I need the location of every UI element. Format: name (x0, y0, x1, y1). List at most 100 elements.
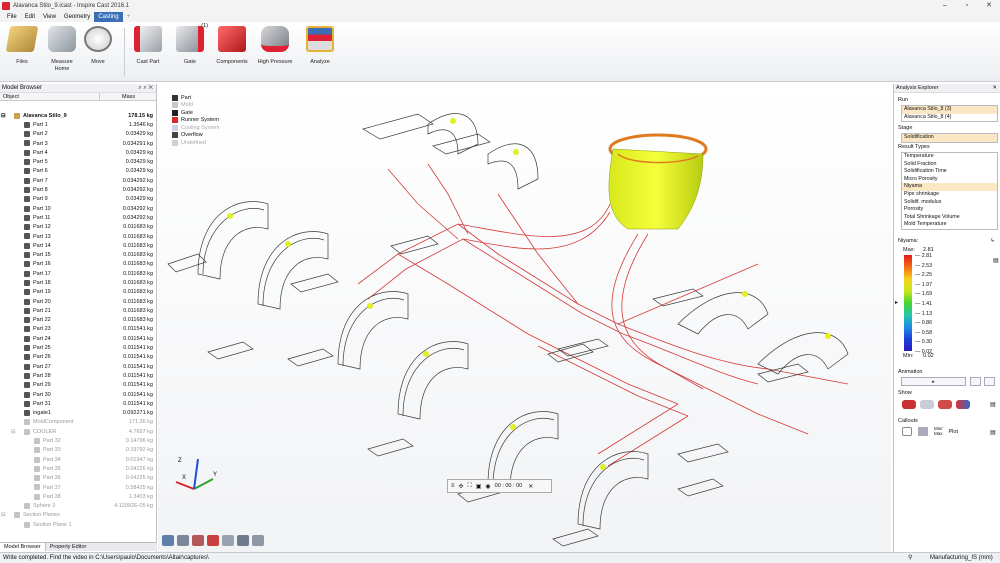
tree-row[interactable]: MoldComponent 171.36 kg (0, 418, 156, 427)
result-type-item[interactable]: Porosity (902, 206, 997, 214)
tree-row[interactable]: Part 18 0.011683 kg (0, 278, 156, 287)
plot-button[interactable]: Plot (949, 429, 958, 435)
tree-row[interactable]: ⊟ Section Planes (0, 511, 156, 520)
stage-item[interactable]: Solidification (902, 134, 997, 142)
tree-row[interactable]: Part 19 0.011683 kg (0, 288, 156, 297)
tree-row[interactable]: ingate1 0.092271 kg (0, 409, 156, 418)
render-icon[interactable] (237, 535, 249, 546)
cube-callout-icon[interactable] (918, 427, 928, 436)
result-type-item[interactable]: Pipe shrinkage (902, 191, 997, 199)
fit-icon[interactable]: ⛶ (468, 483, 472, 490)
tree-row[interactable]: Part 9 0.03429 kg (0, 195, 156, 204)
result-type-item[interactable]: Solid Fraction (902, 161, 997, 169)
tree-row[interactable]: Part 25 0.011541 kg (0, 343, 156, 352)
cube-icon[interactable] (252, 535, 264, 546)
result-type-item[interactable]: Total Shrinkage Volume (902, 214, 997, 222)
close-toolbar-icon[interactable]: ✕ (528, 483, 533, 490)
tree-row[interactable]: Part 2 0.03429 kg (0, 130, 156, 139)
playback-settings-icon[interactable]: ✣ (459, 483, 464, 490)
tab-model-browser[interactable]: Model Browser (0, 543, 46, 551)
tree-row[interactable]: Part 23 0.011541 kg (0, 325, 156, 334)
close-icon[interactable]: ✕ (978, 0, 1000, 12)
cast-part-button[interactable]: Cast Part (126, 26, 170, 66)
tree-row[interactable]: Part 3 0.034291 kg (0, 139, 156, 148)
minmax-button[interactable]: Min/ Max (934, 426, 943, 436)
tree-row[interactable]: Part 37 0.58425 kg (0, 483, 156, 492)
tree-row[interactable]: Part 27 0.011541 kg (0, 362, 156, 371)
close-panel-icon[interactable]: ✕ (992, 84, 997, 93)
animation-play-button[interactable]: ▸ (901, 377, 966, 386)
menu-geometry[interactable]: Geometry (60, 12, 94, 22)
tree-row[interactable]: Part 24 0.011541 kg (0, 334, 156, 343)
view-icon[interactable] (192, 535, 204, 546)
pin-icon[interactable] (902, 427, 912, 436)
rotate-icon[interactable] (177, 535, 189, 546)
add-tab-icon[interactable]: + (123, 12, 135, 22)
animation-loop-icon[interactable] (970, 377, 981, 386)
tree-row[interactable]: Part 29 0.011541 kg (0, 381, 156, 390)
tree-row[interactable]: Part 34 0.01947 kg (0, 455, 156, 464)
tree-row[interactable]: Part 21 0.011683 kg (0, 306, 156, 315)
run-item[interactable]: Alavanca Stilo_8 (4) (902, 114, 997, 122)
tree-row[interactable]: Part 20 0.011683 kg (0, 297, 156, 306)
tree-row[interactable]: Part 13 0.011683 kg (0, 232, 156, 241)
callouts-menu-icon[interactable]: ▤ (990, 429, 996, 436)
tree-row[interactable]: Part 8 0.034292 kg (0, 185, 156, 194)
tree-row[interactable]: Part 15 0.011683 kg (0, 250, 156, 259)
menu-casting[interactable]: Casting (94, 12, 123, 22)
menu-edit[interactable]: Edit (21, 12, 39, 22)
expand-icon[interactable]: ⊟ (1, 113, 6, 119)
3d-viewport[interactable]: Part Mold Gate Runner System Cooling System O… (158, 84, 891, 552)
tree-row[interactable]: Part 28 0.011541 kg (0, 371, 156, 380)
run-item[interactable]: Alavanca Stilo_8 (3) (902, 106, 997, 114)
tree-row[interactable]: Part 1 1.3546 kg (0, 120, 156, 129)
binoculars-icon[interactable]: ⌕ (138, 85, 141, 91)
tree-row[interactable]: Part 16 0.011683 kg (0, 260, 156, 269)
tree-row[interactable]: Part 6 0.03429 kg (0, 167, 156, 176)
maximize-icon[interactable]: ▫ (956, 0, 978, 12)
result-type-item[interactable]: Mold Temperature (902, 221, 997, 229)
components-button[interactable]: Components (210, 26, 254, 66)
tab-property-editor[interactable]: Property Editor (46, 543, 91, 551)
result-type-item[interactable]: Niyama (902, 183, 997, 191)
show-menu-icon[interactable]: ▤ (990, 401, 996, 408)
scale-menu-icon[interactable]: ▤ (993, 257, 999, 264)
section-icon[interactable] (207, 535, 219, 546)
show-cooling-icon[interactable] (956, 400, 970, 409)
animation-settings-icon[interactable] (984, 377, 995, 386)
result-type-item[interactable]: Temperature (902, 153, 997, 161)
minimize-icon[interactable]: – (934, 0, 956, 12)
tree-row[interactable]: ⊟ COOLER 4.7697 kg (0, 427, 156, 436)
tree-row[interactable]: Part 14 0.011683 kg (0, 241, 156, 250)
tree-row[interactable]: Section Plane 1 (0, 520, 156, 529)
units-label[interactable]: Manufacturing_IS (mm) (930, 553, 993, 563)
tree-row[interactable]: Part 38 1.3403 kg (0, 492, 156, 501)
tree-row[interactable]: Part 22 0.011683 kg (0, 316, 156, 325)
tree-row[interactable]: Part 31 0.011541 kg (0, 399, 156, 408)
tree-row[interactable]: Sphere 3 4.12992E-05 kg (0, 501, 156, 510)
camera-icon[interactable]: ▣ (476, 483, 482, 490)
record-icon[interactable]: ◉ (485, 483, 490, 490)
menu-view[interactable]: View (39, 12, 60, 22)
units-icon[interactable]: ⚲ (908, 553, 912, 563)
tree-row[interactable]: Part 7 0.034292 kg (0, 176, 156, 185)
tree-row[interactable]: Part 26 0.011541 kg (0, 353, 156, 362)
tree-row[interactable]: Part 11 0.034292 kg (0, 213, 156, 222)
result-type-item[interactable]: Micro Porosity (902, 176, 997, 184)
files-button[interactable]: Files (0, 26, 44, 66)
show-runner-icon[interactable] (938, 400, 952, 409)
column-mass[interactable]: Mass (100, 93, 156, 100)
analyze-button[interactable]: Analyze (298, 26, 342, 66)
tree-row[interactable]: Part 4 0.03429 kg (0, 148, 156, 157)
expand-icon[interactable]: ⊟ (1, 512, 6, 518)
menu-file[interactable]: File (3, 12, 21, 22)
high-pressure-button[interactable]: High Pressure (253, 26, 297, 66)
scale-pointer-icon[interactable]: ▸ (895, 299, 898, 306)
play-icon[interactable] (162, 535, 174, 546)
close-panel-icon[interactable]: ✕ (148, 85, 153, 91)
tree-row[interactable]: Part 12 0.011683 kg (0, 223, 156, 232)
menu-icon[interactable]: ≡ (451, 483, 455, 489)
gate-button[interactable]: Gate (1) (168, 23, 212, 66)
column-object[interactable]: Object (0, 93, 100, 100)
tree-row[interactable]: Part 5 0.03429 kg (0, 157, 156, 166)
